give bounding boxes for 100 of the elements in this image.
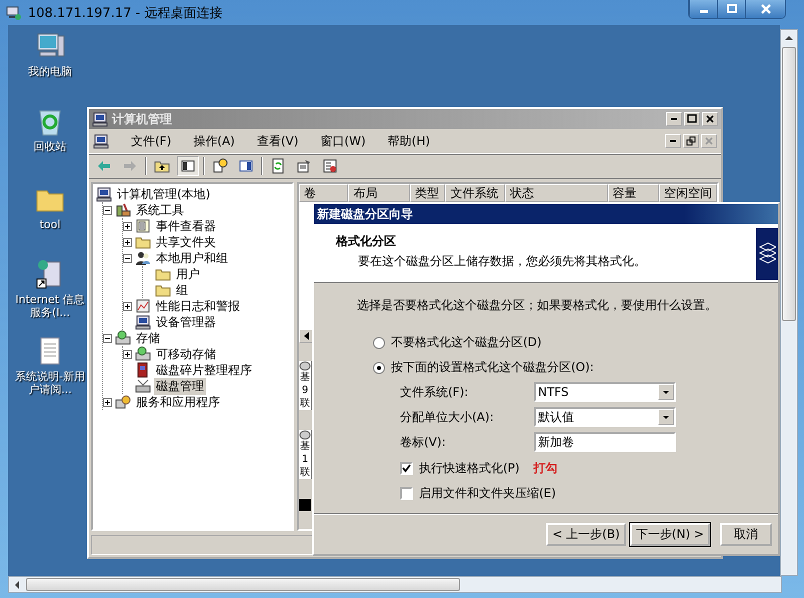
properties-icon (296, 158, 312, 174)
window-title: 计算机管理 (112, 110, 172, 128)
forward-arrow-icon (122, 158, 138, 174)
disk-label-fragment: 基 (300, 371, 310, 384)
close-button[interactable] (745, 0, 785, 18)
log-book-icon (135, 218, 151, 234)
horizontal-scrollbar[interactable] (8, 576, 782, 593)
disk-entry[interactable]: 基 1 联 (299, 430, 312, 479)
storage-icon (115, 330, 131, 346)
menu-item[interactable]: 帮助(H) (388, 132, 430, 150)
users-icon (135, 250, 151, 266)
menu-item[interactable]: 窗口(W) (320, 132, 366, 150)
column-header[interactable]: 文件系统 (445, 184, 505, 202)
gear-icon (115, 394, 131, 410)
scrollbar-thumb[interactable] (782, 47, 796, 321)
annotation-text: 打勾 (534, 460, 558, 477)
storage-icon (135, 346, 151, 362)
tree-item[interactable]: 存储 (134, 330, 162, 346)
chart-icon (135, 298, 151, 314)
tree-item[interactable]: 用户 (174, 266, 202, 282)
menu-item[interactable]: 操作(A) (193, 132, 235, 150)
desktop-icon-label[interactable]: 回收站 (10, 140, 90, 153)
expand-box-icon[interactable] (103, 398, 112, 406)
field-label: 卷标(V): (400, 434, 447, 450)
collapse-box-icon[interactable] (103, 334, 112, 342)
minimize-icon (670, 140, 676, 142)
tree-item[interactable]: 本地用户和组 (154, 250, 230, 266)
refresh-icon (270, 158, 286, 174)
toolbar-button[interactable] (177, 156, 199, 176)
column-header[interactable]: 空闲空间 (659, 184, 717, 202)
menu-item[interactable]: 文件(F) (131, 132, 172, 150)
tree-pane-icon (180, 158, 196, 174)
desktop-icon-label[interactable]: tool (10, 218, 90, 231)
radio-button[interactable] (373, 336, 385, 348)
close-icon (760, 4, 772, 14)
tree-item[interactable]: 性能日志和警报 (154, 298, 242, 314)
left-arrow-icon (302, 331, 312, 341)
minimize-icon (671, 118, 677, 120)
desktop-icon-label[interactable]: Internet 信息服务(I... (10, 293, 90, 319)
field-label: 文件系统(F): (400, 384, 470, 400)
dialog-title: 新建磁盘分区向导 (317, 206, 413, 222)
close-icon (704, 136, 714, 146)
maximize-icon (726, 4, 738, 14)
disk-label-fragment: 联 (300, 397, 310, 410)
column-header[interactable]: 类型 (410, 184, 446, 202)
export-list-icon (322, 158, 338, 174)
column-header[interactable]: 卷 (299, 184, 348, 202)
tree-item[interactable]: 事件查看器 (154, 218, 218, 234)
restore-button[interactable] (683, 134, 699, 148)
expand-box-icon[interactable] (123, 222, 132, 230)
collapse-box-icon[interactable] (123, 254, 132, 262)
expand-box-icon[interactable] (123, 350, 132, 358)
disk-label-fragment: 联 (300, 466, 310, 479)
step-subtitle: 要在这个磁盘分区上储存数据，您必须先将其格式化。 (357, 253, 647, 270)
disk-label-fragment: 9 (302, 384, 308, 397)
disk-label-fragment: 1 (302, 453, 308, 466)
remote-desktop-icon (6, 4, 22, 20)
minimize-button[interactable] (689, 0, 717, 18)
column-header[interactable]: 状态 (504, 184, 608, 202)
column-header[interactable]: 布局 (348, 184, 410, 202)
collapse-box-icon[interactable] (103, 206, 112, 214)
maximize-button[interactable] (717, 0, 745, 18)
checkbox-label[interactable]: 执行快速格式化(P) (419, 460, 520, 477)
expand-box-icon[interactable] (123, 302, 132, 310)
cancel-button[interactable]: 取消 (720, 522, 772, 546)
menu-item[interactable]: 查看(V) (256, 132, 298, 150)
disk-entry[interactable]: 基 9 联 (299, 361, 312, 410)
window-title: 108.171.197.17 - 远程桌面连接 (28, 4, 222, 22)
maximize-icon (687, 114, 697, 124)
column-header[interactable]: 容量 (608, 184, 659, 202)
radio-label[interactable]: 不要格式化这个磁盘分区(D) (391, 334, 542, 351)
help-icon (212, 158, 228, 174)
scrollbar-thumb[interactable] (26, 578, 460, 591)
tree-item[interactable]: 服务和应用程序 (134, 394, 222, 410)
radio-label[interactable]: 按下面的设置格式化这个磁盘分区(O): (391, 359, 594, 376)
tree-item[interactable]: 计算机管理(本地) (115, 186, 212, 202)
tree-item[interactable]: 系统工具 (134, 202, 186, 218)
desktop-icon-label[interactable]: 我的电脑 (10, 65, 90, 78)
tree-item[interactable]: 磁盘碎片整理程序 (154, 362, 254, 378)
tree-item[interactable]: 磁盘管理 (154, 378, 206, 394)
tree-item[interactable]: 可移动存储 (154, 346, 218, 362)
input-field[interactable]: 新加卷 (534, 432, 676, 452)
left-arrow-icon (14, 580, 20, 588)
radio-button[interactable] (373, 362, 385, 374)
checkbox[interactable] (400, 462, 413, 475)
panel-icon (238, 158, 254, 174)
computer-icon (135, 314, 151, 330)
checkbox-label[interactable]: 启用文件和文件夹压缩(E) (419, 485, 556, 502)
tree-item[interactable]: 设备管理器 (154, 314, 218, 330)
dropdown-field[interactable]: NTFS (534, 382, 676, 402)
tree-item[interactable]: 组 (174, 282, 190, 298)
expand-box-icon[interactable] (123, 238, 132, 246)
desktop-icon-label[interactable]: 系统说明-新用户请阅... (10, 370, 90, 396)
checkbox[interactable] (400, 487, 413, 500)
dropdown-field[interactable]: 默认值 (534, 407, 676, 427)
next-button[interactable]: 下一步(N) > (630, 522, 710, 546)
toolbox-icon (115, 202, 131, 218)
tree-item[interactable]: 共享文件夹 (154, 234, 218, 250)
vertical-scrollbar[interactable] (780, 29, 798, 576)
back-button[interactable]: < 上一步(B) (546, 522, 626, 546)
